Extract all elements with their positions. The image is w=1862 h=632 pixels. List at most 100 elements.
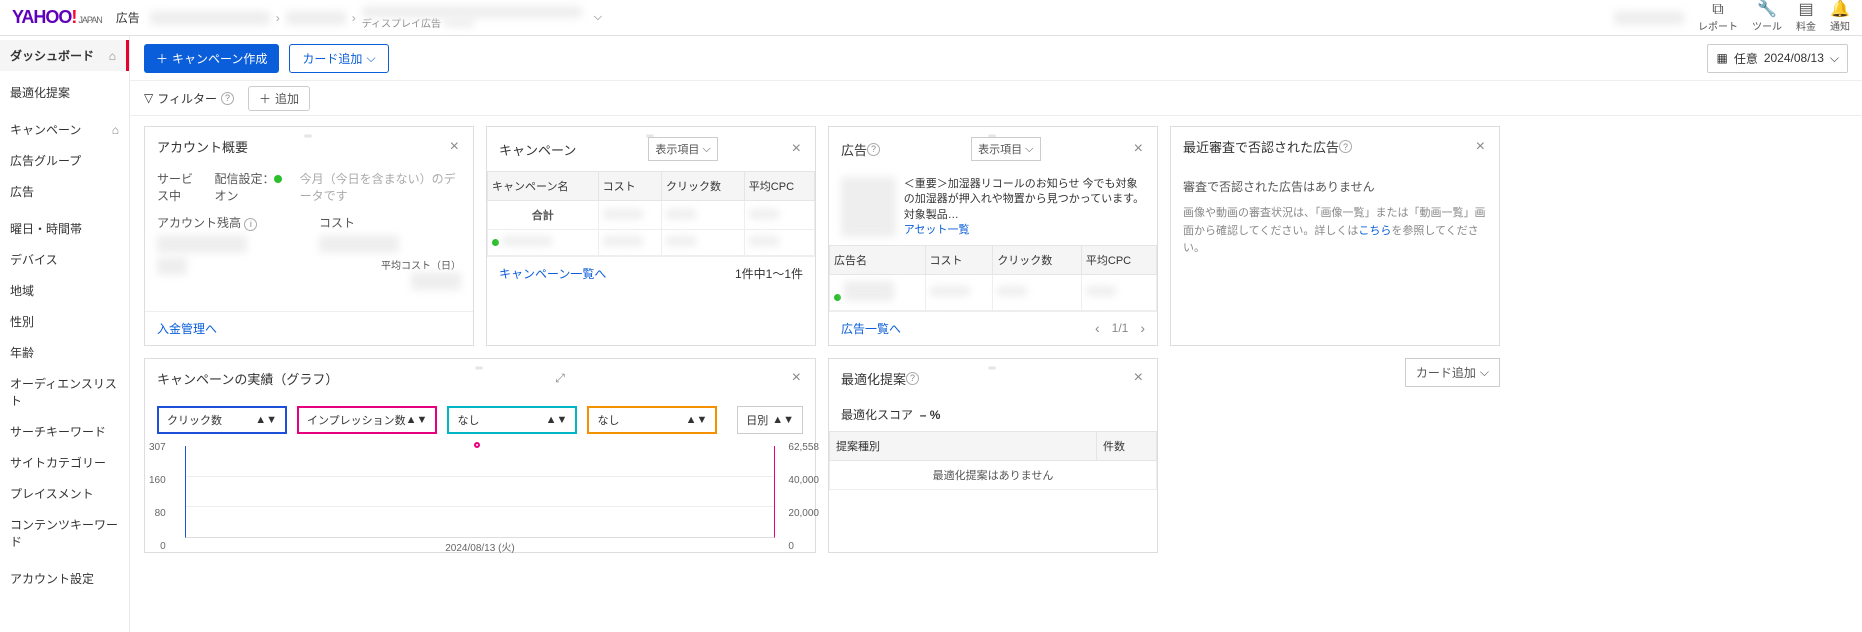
drag-handle-icon[interactable]: ═: [646, 131, 655, 142]
display-items-select[interactable]: 表示項目⌵: [971, 137, 1040, 161]
col-clicks[interactable]: クリック数: [661, 172, 744, 201]
collapse-icon[interactable]: ⤢: [555, 371, 565, 386]
sidebar-item-label: 広告: [10, 183, 34, 200]
card-ad: ═ 広告 ? 表示項目⌵ × ＜重要＞加湿器リコールのお知らせ 今でも対象の加湿…: [828, 126, 1158, 346]
card-performance-graph: ═ キャンペーンの実績（グラフ） ⤢ × クリック数▲▼ インプレッション数▲▼…: [144, 358, 816, 553]
col-cost[interactable]: コスト: [598, 172, 661, 201]
pager-prev[interactable]: ‹: [1095, 320, 1100, 336]
sidebar-item-ad[interactable]: 広告: [0, 176, 129, 207]
col-clicks[interactable]: クリック数: [993, 245, 1082, 274]
date-prefix: 任意: [1734, 50, 1758, 67]
sidebar-item-placement[interactable]: プレイスメント: [0, 478, 129, 509]
home-icon: ⌂: [112, 123, 119, 137]
breadcrumb-item-3-title: [362, 6, 582, 18]
add-card-button[interactable]: カード追加⌵: [289, 44, 388, 73]
balance-value: [157, 235, 247, 253]
close-icon[interactable]: ×: [790, 140, 803, 158]
sidebar-item-device[interactable]: デバイス: [0, 244, 129, 275]
period-select[interactable]: 日別▲▼: [737, 406, 803, 434]
drag-handle-icon[interactable]: ═: [475, 363, 484, 374]
add-filter-button[interactable]: ＋追加: [248, 86, 310, 111]
sidebar-item-label: 最適化提案: [10, 84, 70, 101]
metric-select-2[interactable]: インプレッション数▲▼: [297, 406, 437, 434]
breadcrumb-item-3[interactable]: ディスプレイ広告: [362, 6, 582, 30]
account-name[interactable]: [1614, 11, 1684, 25]
metric-select-4[interactable]: なし▲▼: [587, 406, 717, 434]
nav-notification[interactable]: 🔔通知: [1830, 2, 1850, 33]
help-icon[interactable]: i: [244, 218, 257, 231]
sidebar-item-sitecat[interactable]: サイトカテゴリー: [0, 447, 129, 478]
close-icon[interactable]: ×: [448, 138, 461, 156]
sidebar-item-gender[interactable]: 性別: [0, 306, 129, 337]
metric-select-3[interactable]: なし▲▼: [447, 406, 577, 434]
help-icon[interactable]: ?: [867, 143, 880, 156]
chart-area: 307 160 80 0 62,558 40,000 20,000 0: [185, 442, 775, 552]
nav-report[interactable]: ⧉レポート: [1698, 2, 1738, 33]
campaign-list-link[interactable]: キャンペーン一覧へ: [499, 265, 606, 282]
display-items-select[interactable]: 表示項目⌵: [648, 137, 717, 161]
pager: ‹ 1/1 ›: [1095, 320, 1145, 336]
col-cpc[interactable]: 平均CPC: [1081, 245, 1156, 274]
chart-plot[interactable]: [185, 446, 775, 538]
sidebar-item-dow[interactable]: 曜日・時間帯: [0, 213, 129, 244]
col-cost[interactable]: コスト: [925, 245, 993, 274]
sidebar-item-label: サーチキーワード: [10, 423, 106, 440]
score-value: – %: [920, 408, 941, 422]
sidebar-item-dashboard[interactable]: ダッシュボード⌂: [0, 40, 129, 71]
sidebar-item-label: 曜日・時間帯: [10, 220, 82, 237]
table-row[interactable]: [830, 274, 1157, 310]
filter-button[interactable]: ▽フィルター ?: [144, 90, 234, 107]
breadcrumb-chevron[interactable]: ⌵: [594, 11, 602, 24]
avg-cost-label: 平均コスト（日）: [381, 261, 461, 272]
sidebar-item-audience[interactable]: オーディエンスリスト: [0, 368, 129, 416]
drag-handle-icon[interactable]: ═: [304, 131, 313, 142]
sidebar-item-age[interactable]: 年齢: [0, 337, 129, 368]
metric-select-1[interactable]: クリック数▲▼: [157, 406, 287, 434]
balance-label: アカウント残高: [157, 216, 241, 230]
nav-notif-label: 通知: [1830, 18, 1850, 33]
col-cpc[interactable]: 平均CPC: [744, 172, 814, 201]
sidebar-item-campaign[interactable]: キャンペーン⌂: [0, 114, 129, 145]
select-label: なし: [457, 412, 479, 428]
sidebar-item-adgroup[interactable]: 広告グループ: [0, 145, 129, 176]
nav-fee[interactable]: ▤料金: [1796, 2, 1816, 33]
drag-handle-icon[interactable]: ═: [988, 363, 997, 374]
sidebar-item-region[interactable]: 地域: [0, 275, 129, 306]
select-label: 表示項目: [978, 141, 1022, 157]
sidebar-item-searchkw[interactable]: サーチキーワード: [0, 416, 129, 447]
delivery-setting: 配信設定：オン: [214, 170, 289, 204]
close-icon[interactable]: ×: [1132, 140, 1145, 158]
help-icon[interactable]: ?: [906, 372, 919, 385]
card-title: 広告: [841, 140, 867, 159]
review-help-link[interactable]: こちら: [1358, 225, 1391, 237]
deposit-link[interactable]: 入金管理へ: [157, 320, 217, 337]
help-icon[interactable]: ?: [1339, 140, 1352, 153]
help-icon[interactable]: ?: [221, 92, 234, 105]
ad-list-link[interactable]: 広告一覧へ: [841, 320, 901, 337]
date-range-picker[interactable]: ▦ 任意 2024/08/13 ⌵: [1707, 44, 1848, 73]
close-icon[interactable]: ×: [790, 369, 803, 387]
nav-tool[interactable]: 🔧ツール: [1752, 2, 1782, 33]
sidebar-item-account[interactable]: アカウント設定: [0, 563, 129, 594]
asset-list-link[interactable]: アセット一覧: [904, 224, 970, 236]
breadcrumb-item-1[interactable]: [150, 11, 270, 25]
sidebar-item-optimize[interactable]: 最適化提案: [0, 77, 129, 108]
col-name[interactable]: キャンペーン名: [488, 172, 599, 201]
bell-icon: 🔔: [1830, 2, 1850, 18]
review-body: 審査で否認された広告はありません 画像や動画の審査状況は、「画像一覧」または「動…: [1171, 166, 1499, 270]
sidebar-item-contentkw[interactable]: コンテンツキーワード: [0, 509, 129, 557]
table-row[interactable]: [488, 230, 815, 256]
col-name[interactable]: 広告名: [830, 245, 926, 274]
review-empty: 審査で否認された広告はありません: [1183, 178, 1487, 197]
breadcrumb: › › ディスプレイ広告 ⌵: [150, 6, 602, 30]
breadcrumb-item-2[interactable]: [286, 11, 346, 25]
create-campaign-button[interactable]: ＋キャンペーン作成: [144, 44, 279, 73]
add-card-button-secondary[interactable]: カード追加⌵: [1405, 358, 1500, 387]
close-icon[interactable]: ×: [1474, 138, 1487, 156]
content: ＋キャンペーン作成 カード追加⌵ ▦ 任意 2024/08/13 ⌵ ▽フィルタ…: [130, 36, 1862, 632]
close-icon[interactable]: ×: [1132, 369, 1145, 387]
drag-handle-icon[interactable]: ═: [988, 131, 997, 142]
pager-next[interactable]: ›: [1140, 320, 1145, 336]
card-review: 最近審査で否認された広告 ? × 審査で否認された広告はありません 画像や動画の…: [1170, 126, 1500, 346]
nav-fee-label: 料金: [1796, 18, 1816, 33]
